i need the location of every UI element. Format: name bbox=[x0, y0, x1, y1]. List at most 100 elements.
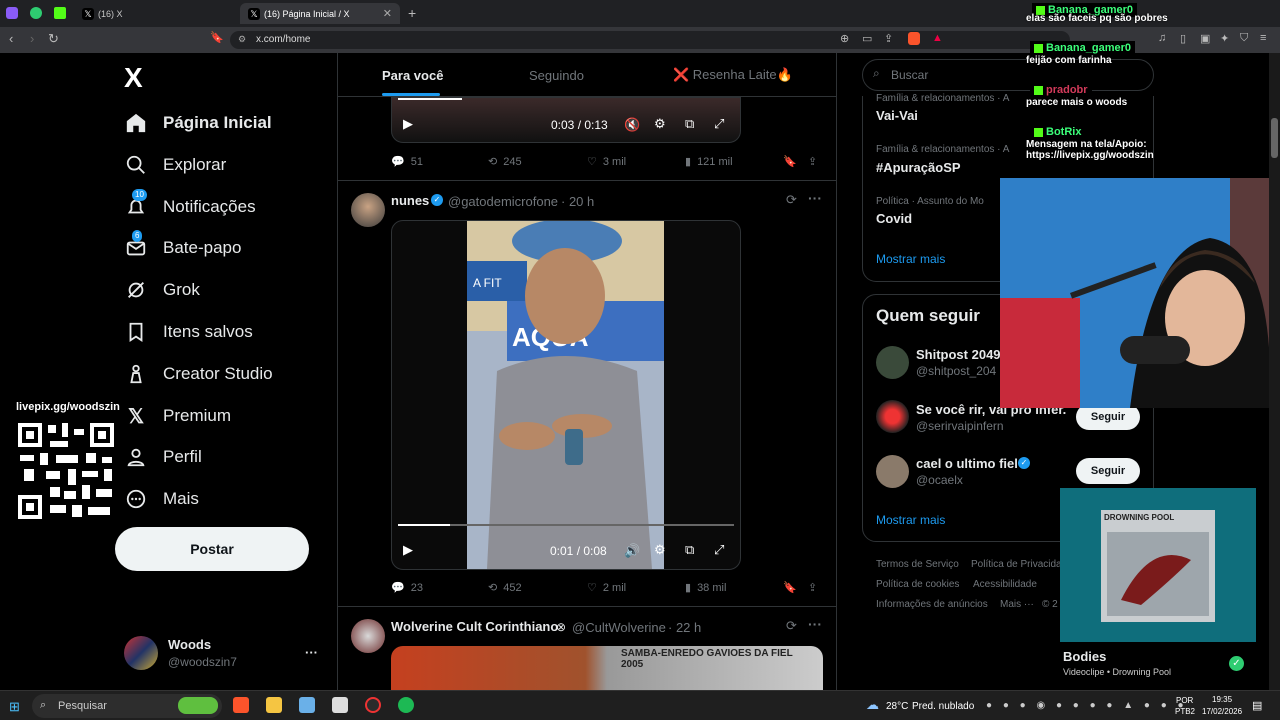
kick-icon[interactable] bbox=[54, 7, 66, 19]
post-menu-icon[interactable]: ··· bbox=[808, 616, 822, 632]
footer-link[interactable]: Termos de Serviço bbox=[876, 559, 959, 570]
tab-list[interactable]: ❌ Resenha Laite🔥 bbox=[673, 55, 793, 95]
brave-shield-icon[interactable] bbox=[908, 32, 920, 45]
share-post-icon[interactable]: ⇪ bbox=[808, 155, 817, 168]
weather-temp[interactable]: 28°C bbox=[886, 701, 908, 712]
folder-icon[interactable] bbox=[266, 697, 282, 713]
views-button[interactable]: ▮ 121 mil bbox=[685, 155, 733, 169]
user-name[interactable]: Shitpost 2049 bbox=[916, 347, 1001, 362]
nav-bookmarks[interactable]: Itens salvos bbox=[124, 317, 253, 347]
brave-rewards-icon[interactable]: ▲ bbox=[932, 32, 943, 44]
forward-icon[interactable]: › bbox=[30, 31, 34, 46]
zoom-icon[interactable]: ⊕ bbox=[840, 32, 849, 45]
nav-premium[interactable]: 𝕏 Premium bbox=[124, 401, 231, 431]
tab-home[interactable]: 𝕏 (16) Página Inicial / X ✕ bbox=[240, 3, 400, 24]
author-name[interactable]: nunes bbox=[391, 193, 429, 208]
author-handle[interactable]: @CultWolverine bbox=[572, 620, 666, 635]
tray-icons[interactable]: ● ● ● ◉ ● ● ● ● ▲ ● ● ● bbox=[986, 700, 1188, 711]
account-name[interactable]: Woods bbox=[168, 637, 211, 652]
play-icon[interactable]: ▶ bbox=[403, 116, 413, 132]
bookmark-icon[interactable]: 🔖 bbox=[210, 31, 224, 44]
show-more-follow-link[interactable]: Mostrar mais bbox=[876, 513, 945, 527]
fullscreen-icon[interactable]: ⤢ bbox=[714, 116, 724, 132]
lang-code[interactable]: POR bbox=[1176, 696, 1193, 705]
views-button[interactable]: ▮ 38 mil bbox=[685, 581, 726, 595]
fullscreen-icon[interactable]: ⤢ bbox=[714, 542, 724, 558]
notification-center-icon[interactable]: ▤ bbox=[1252, 699, 1262, 712]
nav-chat[interactable]: 6 Bate-papo bbox=[124, 230, 241, 263]
post-button[interactable]: Postar bbox=[115, 527, 309, 571]
nav-creator-studio[interactable]: Creator Studio bbox=[124, 359, 273, 389]
account-menu-button[interactable]: ··· bbox=[305, 645, 318, 660]
media-icon[interactable]: ♫ bbox=[1158, 32, 1166, 44]
leo-icon[interactable]: ✦ bbox=[1220, 32, 1229, 45]
pip-icon[interactable]: ⧉ bbox=[685, 116, 694, 132]
vpn-icon[interactable]: ⛉ bbox=[1240, 32, 1248, 45]
settings-icon[interactable]: ⚙ bbox=[654, 542, 666, 558]
author-name[interactable]: Wolverine Cult Corinthiano bbox=[391, 619, 558, 634]
nav-notifications[interactable]: 10 Notificações bbox=[124, 189, 256, 222]
post-age[interactable]: · 22 h bbox=[668, 620, 701, 635]
wallet-icon[interactable]: ▣ bbox=[1200, 32, 1210, 45]
post-image[interactable]: SAMBA-ENREDO GAVIOES DA FIEL 2005 bbox=[391, 646, 823, 690]
tab-for-you[interactable]: Para você bbox=[382, 55, 443, 95]
footer-link[interactable]: Política de Privacidade bbox=[971, 559, 1073, 570]
pip-icon[interactable]: ⧉ bbox=[685, 542, 694, 558]
brave-icon[interactable] bbox=[233, 697, 249, 713]
reply-button[interactable]: 💬 51 bbox=[391, 155, 423, 169]
trend-name[interactable]: Vai-Vai bbox=[876, 108, 918, 123]
clock-date[interactable]: 17/02/2026 bbox=[1202, 707, 1242, 716]
nav-home[interactable]: Página Inicial bbox=[124, 108, 272, 138]
back-icon[interactable]: ‹ bbox=[9, 31, 13, 46]
tab-following[interactable]: Seguindo bbox=[529, 55, 584, 95]
settings-icon[interactable]: ⚙ bbox=[654, 116, 666, 132]
scrollbar-thumb[interactable] bbox=[1271, 118, 1278, 158]
show-more-trends-link[interactable]: Mostrar mais bbox=[876, 252, 945, 266]
grok-explain-icon[interactable]: ⟳ bbox=[786, 618, 797, 634]
cast-icon[interactable]: ▭ bbox=[862, 32, 872, 45]
site-info-icon[interactable]: ⚙ bbox=[238, 34, 246, 45]
account-avatar[interactable] bbox=[124, 636, 158, 670]
author-avatar[interactable] bbox=[351, 619, 385, 653]
author-avatar[interactable] bbox=[351, 193, 385, 227]
post-menu-icon[interactable]: ··· bbox=[808, 190, 822, 206]
footer-link[interactable]: Acessibilidade bbox=[973, 579, 1037, 590]
bookmark-post-icon[interactable]: 🔖 bbox=[783, 155, 797, 168]
video-progress[interactable] bbox=[398, 98, 462, 100]
keyboard-layout[interactable]: PTB2 bbox=[1175, 707, 1195, 716]
trend-name[interactable]: #ApuraçãoSP bbox=[876, 160, 961, 175]
new-tab-button[interactable]: + bbox=[408, 5, 416, 21]
app-icon[interactable] bbox=[332, 697, 348, 713]
footer-more[interactable]: Mais ··· bbox=[1000, 599, 1034, 610]
user-avatar[interactable] bbox=[876, 346, 909, 379]
nav-profile[interactable]: Perfil bbox=[124, 442, 202, 472]
post-age[interactable]: · 20 h bbox=[561, 194, 594, 209]
obs-icon[interactable] bbox=[365, 697, 381, 713]
sidebar-toggle-icon[interactable]: ▯ bbox=[1180, 32, 1186, 45]
share-post-icon[interactable]: ⇪ bbox=[808, 581, 817, 594]
nav-more[interactable]: Mais bbox=[124, 484, 199, 514]
user-avatar[interactable] bbox=[876, 455, 909, 488]
nav-grok[interactable]: Grok bbox=[124, 275, 200, 305]
volume-icon[interactable]: 🔊 bbox=[624, 543, 640, 559]
mute-icon[interactable]: 🔇 bbox=[624, 117, 640, 133]
app-icon[interactable] bbox=[299, 697, 315, 713]
close-tab-icon[interactable]: ✕ bbox=[383, 7, 392, 20]
play-icon[interactable]: ▶ bbox=[403, 542, 413, 558]
repost-button[interactable]: ⟲ 245 bbox=[488, 155, 522, 169]
video-progress[interactable] bbox=[398, 524, 450, 526]
like-button[interactable]: ♡ 3 mil bbox=[587, 155, 626, 169]
trend-name[interactable]: Covid bbox=[876, 211, 912, 226]
spotify-icon[interactable] bbox=[398, 697, 414, 713]
footer-link[interactable]: Política de cookies bbox=[876, 579, 959, 590]
repost-button[interactable]: ⟲ 452 bbox=[488, 581, 522, 595]
grok-explain-icon[interactable]: ⟳ bbox=[786, 192, 797, 208]
follow-button[interactable]: Seguir bbox=[1076, 458, 1140, 484]
app-icon[interactable] bbox=[30, 7, 42, 19]
nav-explore[interactable]: Explorar bbox=[124, 150, 226, 180]
like-button[interactable]: ♡ 2 mil bbox=[587, 581, 626, 595]
author-handle[interactable]: @gatodemicrofone bbox=[448, 194, 558, 209]
url-input[interactable]: x.com/home bbox=[230, 31, 1070, 49]
bookmark-post-icon[interactable]: 🔖 bbox=[783, 581, 797, 594]
reload-icon[interactable]: ↻ bbox=[48, 31, 59, 47]
